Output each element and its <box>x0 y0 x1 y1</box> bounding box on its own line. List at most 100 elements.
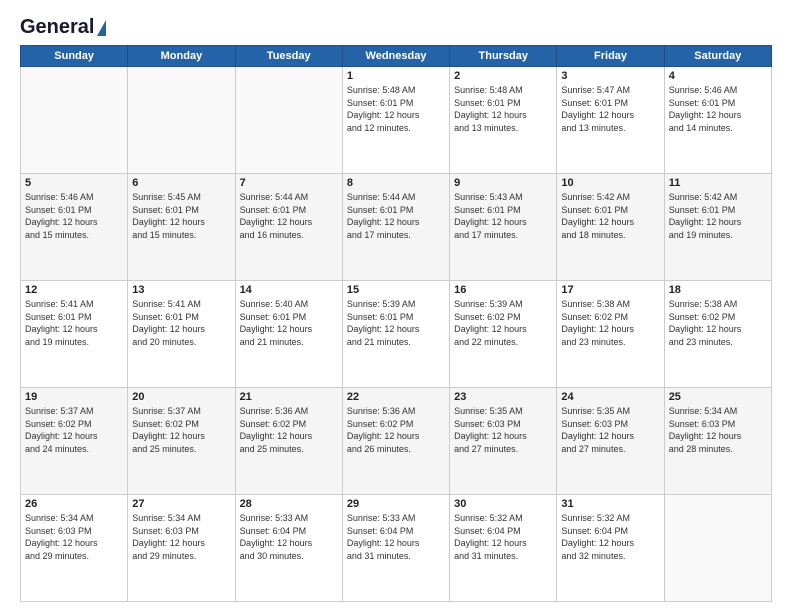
day-info: Sunrise: 5:34 AM Sunset: 6:03 PM Dayligh… <box>132 512 230 562</box>
day-number: 30 <box>454 498 552 510</box>
day-header-monday: Monday <box>128 46 235 67</box>
calendar-table: SundayMondayTuesdayWednesdayThursdayFrid… <box>20 45 772 602</box>
day-header-wednesday: Wednesday <box>342 46 449 67</box>
day-number: 6 <box>132 177 230 189</box>
calendar-day-cell: 5Sunrise: 5:46 AM Sunset: 6:01 PM Daylig… <box>21 174 128 281</box>
day-info: Sunrise: 5:36 AM Sunset: 6:02 PM Dayligh… <box>240 405 338 455</box>
day-number: 7 <box>240 177 338 189</box>
day-info: Sunrise: 5:36 AM Sunset: 6:02 PM Dayligh… <box>347 405 445 455</box>
calendar-day-cell: 15 Sunrise: 5:39 AM Sunset: 6:01 PM Dayli… <box>342 281 449 388</box>
calendar-day-cell: 27 Sunrise: 5:34 AM Sunset: 6:03 PM Dayli… <box>128 495 235 602</box>
day-info: Sunrise: 5:32 AM Sunset: 6:04 PM Dayligh… <box>454 512 552 562</box>
calendar-day-cell: 11 Sunrise: 5:42 AM Sunset: 6:01 PM Dayli… <box>664 174 771 281</box>
calendar-week-row: 12 Sunrise: 5:41 AM Sunset: 6:01 PM Dayli… <box>21 281 772 388</box>
logo-general: General <box>20 16 94 39</box>
day-info: Sunrise: 5:39 AM Sunset: 6:02 PM Dayligh… <box>454 298 552 348</box>
calendar-day-cell <box>235 67 342 174</box>
calendar-day-cell <box>664 495 771 602</box>
calendar-day-cell <box>21 67 128 174</box>
logo-triangle-icon <box>97 20 106 36</box>
calendar-day-cell: 9 Sunrise: 5:43 AM Sunset: 6:01 PM Daylig… <box>450 174 557 281</box>
day-number: 27 <box>132 498 230 510</box>
day-info: Sunrise: 5:41 AM Sunset: 6:01 PM Dayligh… <box>25 298 123 348</box>
day-header-tuesday: Tuesday <box>235 46 342 67</box>
calendar-day-cell: 4Sunrise: 5:46 AM Sunset: 6:01 PM Daylig… <box>664 67 771 174</box>
day-number: 31 <box>561 498 659 510</box>
calendar-week-row: 5Sunrise: 5:46 AM Sunset: 6:01 PM Daylig… <box>21 174 772 281</box>
day-info: Sunrise: 5:32 AM Sunset: 6:04 PM Dayligh… <box>561 512 659 562</box>
day-info: Sunrise: 5:37 AM Sunset: 6:02 PM Dayligh… <box>132 405 230 455</box>
day-number: 1 <box>347 70 445 82</box>
calendar-day-cell: 6Sunrise: 5:45 AM Sunset: 6:01 PM Daylig… <box>128 174 235 281</box>
day-info: Sunrise: 5:48 AM Sunset: 6:01 PM Dayligh… <box>347 84 445 134</box>
day-number: 11 <box>669 177 767 189</box>
day-info: Sunrise: 5:34 AM Sunset: 6:03 PM Dayligh… <box>669 405 767 455</box>
day-number: 2 <box>454 70 552 82</box>
calendar-day-cell: 19 Sunrise: 5:37 AM Sunset: 6:02 PM Dayli… <box>21 388 128 495</box>
day-number: 10 <box>561 177 659 189</box>
day-info: Sunrise: 5:38 AM Sunset: 6:02 PM Dayligh… <box>669 298 767 348</box>
day-number: 28 <box>240 498 338 510</box>
calendar-day-cell: 20 Sunrise: 5:37 AM Sunset: 6:02 PM Dayli… <box>128 388 235 495</box>
day-info: Sunrise: 5:38 AM Sunset: 6:02 PM Dayligh… <box>561 298 659 348</box>
day-info: Sunrise: 5:35 AM Sunset: 6:03 PM Dayligh… <box>454 405 552 455</box>
day-info: Sunrise: 5:47 AM Sunset: 6:01 PM Dayligh… <box>561 84 659 134</box>
day-header-friday: Friday <box>557 46 664 67</box>
calendar-day-cell: 24Sunrise: 5:35 AM Sunset: 6:03 PM Dayli… <box>557 388 664 495</box>
calendar-day-cell: 21 Sunrise: 5:36 AM Sunset: 6:02 PM Dayli… <box>235 388 342 495</box>
day-number: 20 <box>132 391 230 403</box>
calendar-day-cell: 13Sunrise: 5:41 AM Sunset: 6:01 PM Dayli… <box>128 281 235 388</box>
calendar-day-cell: 1 Sunrise: 5:48 AM Sunset: 6:01 PM Daylig… <box>342 67 449 174</box>
day-number: 25 <box>669 391 767 403</box>
day-number: 29 <box>347 498 445 510</box>
day-info: Sunrise: 5:37 AM Sunset: 6:02 PM Dayligh… <box>25 405 123 455</box>
calendar-day-cell: 14 Sunrise: 5:40 AM Sunset: 6:01 PM Dayli… <box>235 281 342 388</box>
day-info: Sunrise: 5:44 AM Sunset: 6:01 PM Dayligh… <box>347 191 445 241</box>
day-info: Sunrise: 5:42 AM Sunset: 6:01 PM Dayligh… <box>561 191 659 241</box>
day-number: 26 <box>25 498 123 510</box>
day-info: Sunrise: 5:43 AM Sunset: 6:01 PM Dayligh… <box>454 191 552 241</box>
calendar-week-row: 1 Sunrise: 5:48 AM Sunset: 6:01 PM Daylig… <box>21 67 772 174</box>
day-number: 23 <box>454 391 552 403</box>
day-number: 21 <box>240 391 338 403</box>
day-number: 8 <box>347 177 445 189</box>
day-number: 16 <box>454 284 552 296</box>
calendar-day-cell: 29 Sunrise: 5:33 AM Sunset: 6:04 PM Dayli… <box>342 495 449 602</box>
day-number: 19 <box>25 391 123 403</box>
day-info: Sunrise: 5:44 AM Sunset: 6:01 PM Dayligh… <box>240 191 338 241</box>
header: General <box>20 16 772 35</box>
day-info: Sunrise: 5:34 AM Sunset: 6:03 PM Dayligh… <box>25 512 123 562</box>
calendar-day-cell: 26 Sunrise: 5:34 AM Sunset: 6:03 PM Dayli… <box>21 495 128 602</box>
calendar-day-cell: 23 Sunrise: 5:35 AM Sunset: 6:03 PM Dayli… <box>450 388 557 495</box>
day-info: Sunrise: 5:39 AM Sunset: 6:01 PM Dayligh… <box>347 298 445 348</box>
calendar-week-row: 26 Sunrise: 5:34 AM Sunset: 6:03 PM Dayli… <box>21 495 772 602</box>
day-number: 12 <box>25 284 123 296</box>
page: General SundayMondayTuesdayWednesdayThur… <box>0 0 792 612</box>
day-header-thursday: Thursday <box>450 46 557 67</box>
day-info: Sunrise: 5:35 AM Sunset: 6:03 PM Dayligh… <box>561 405 659 455</box>
day-info: Sunrise: 5:46 AM Sunset: 6:01 PM Dayligh… <box>25 191 123 241</box>
calendar-day-cell: 10 Sunrise: 5:42 AM Sunset: 6:01 PM Dayli… <box>557 174 664 281</box>
calendar-day-cell: 7 Sunrise: 5:44 AM Sunset: 6:01 PM Daylig… <box>235 174 342 281</box>
day-number: 3 <box>561 70 659 82</box>
day-number: 14 <box>240 284 338 296</box>
day-info: Sunrise: 5:46 AM Sunset: 6:01 PM Dayligh… <box>669 84 767 134</box>
calendar-day-cell: 3 Sunrise: 5:47 AM Sunset: 6:01 PM Daylig… <box>557 67 664 174</box>
calendar-day-cell: 17 Sunrise: 5:38 AM Sunset: 6:02 PM Dayli… <box>557 281 664 388</box>
day-number: 15 <box>347 284 445 296</box>
day-header-sunday: Sunday <box>21 46 128 67</box>
calendar-day-cell: 25 Sunrise: 5:34 AM Sunset: 6:03 PM Dayli… <box>664 388 771 495</box>
calendar-day-cell <box>128 67 235 174</box>
day-header-saturday: Saturday <box>664 46 771 67</box>
calendar-day-cell: 18 Sunrise: 5:38 AM Sunset: 6:02 PM Dayli… <box>664 281 771 388</box>
day-number: 13 <box>132 284 230 296</box>
day-number: 18 <box>669 284 767 296</box>
day-info: Sunrise: 5:33 AM Sunset: 6:04 PM Dayligh… <box>240 512 338 562</box>
day-number: 17 <box>561 284 659 296</box>
day-info: Sunrise: 5:40 AM Sunset: 6:01 PM Dayligh… <box>240 298 338 348</box>
day-info: Sunrise: 5:42 AM Sunset: 6:01 PM Dayligh… <box>669 191 767 241</box>
day-number: 22 <box>347 391 445 403</box>
day-info: Sunrise: 5:33 AM Sunset: 6:04 PM Dayligh… <box>347 512 445 562</box>
day-number: 9 <box>454 177 552 189</box>
calendar-day-cell: 30 Sunrise: 5:32 AM Sunset: 6:04 PM Dayli… <box>450 495 557 602</box>
